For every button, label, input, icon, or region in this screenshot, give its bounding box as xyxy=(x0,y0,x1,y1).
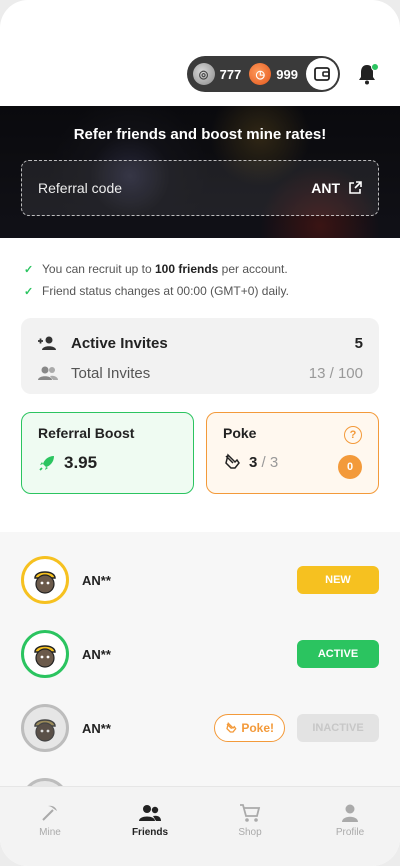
poke-hand-icon xyxy=(225,453,240,469)
active-invites-value: 5 xyxy=(354,334,363,352)
nav-friends-label: Friends xyxy=(131,827,169,838)
info-line-status: ✓ Friend status changes at 00:00 (GMT+0)… xyxy=(24,284,289,298)
invites-card: Active Invites 5 Total Invites 13 / 100 xyxy=(21,318,379,394)
orange-coin-value: 999 xyxy=(276,66,298,82)
referral-code-text: ANT xyxy=(311,180,340,196)
avatar xyxy=(21,556,69,604)
referral-code[interactable]: ANT xyxy=(311,180,362,196)
avatar xyxy=(21,630,69,678)
info-line1-suffix: per account. xyxy=(218,262,288,276)
referral-boost-card: Referral Boost 3.95 xyxy=(21,412,194,494)
currency-pill[interactable]: ◎ 777 ◷ 999 xyxy=(186,56,340,92)
referral-code-box[interactable]: Referral code ANT xyxy=(21,160,379,216)
nav-mine[interactable]: Mine xyxy=(0,787,100,866)
top-bar: ◎ 777 ◷ 999 xyxy=(186,56,380,92)
nav-mine-label: Mine xyxy=(39,827,61,838)
miner-avatar-icon xyxy=(34,645,56,668)
wallet-button[interactable] xyxy=(306,58,338,90)
info-line-recruit: ✓ You can recruit up to 100 friends per … xyxy=(24,262,289,276)
poke-hand-icon xyxy=(226,722,237,733)
referral-label: Referral code xyxy=(38,180,123,196)
app-screen: ◎ 777 ◷ 999 Refer friends and boost mine… xyxy=(0,0,400,866)
poke-count-badge: 0 xyxy=(338,455,362,479)
active-invites-row: Active Invites 5 xyxy=(37,330,363,356)
info-line1-prefix: You can recruit up to xyxy=(42,262,155,276)
referral-boost-value: 3.95 xyxy=(64,453,98,472)
total-invites-row: Total Invites 13 / 100 xyxy=(37,360,363,386)
avatar xyxy=(21,704,69,752)
friend-name: AN** xyxy=(82,646,111,662)
friend-row[interactable]: AN** NEW xyxy=(21,556,379,604)
referral-boost-title: Referral Boost xyxy=(38,425,135,441)
status-badge: ACTIVE xyxy=(297,640,379,668)
total-invites-value: 13 / 100 xyxy=(308,364,363,382)
miner-avatar-icon xyxy=(34,571,56,594)
total-invites-label: Total Invites xyxy=(71,364,151,382)
cart-icon xyxy=(240,804,261,822)
nav-profile[interactable]: Profile xyxy=(300,787,400,866)
poke-button-label: Poke! xyxy=(241,721,274,735)
info-lines: ✓ You can recruit up to 100 friends per … xyxy=(24,262,289,306)
friend-name: AN** xyxy=(82,572,111,588)
poke-max: / 3 xyxy=(261,453,279,471)
bottom-nav: Mine Friends Shop Profile xyxy=(0,786,400,866)
silver-coin-icon: ◎ xyxy=(192,63,215,85)
orange-coin-icon: ◷ xyxy=(249,63,272,85)
rocket-icon xyxy=(39,456,54,471)
poke-title: Poke xyxy=(223,425,257,441)
friend-row[interactable]: AN** ACTIVE xyxy=(21,630,379,678)
poke-current: 3 xyxy=(249,453,258,471)
nav-friends[interactable]: Friends xyxy=(100,787,200,866)
miner-avatar-icon xyxy=(34,719,56,742)
friend-row[interactable]: AN** Poke! INACTIVE xyxy=(21,704,379,752)
check-icon: ✓ xyxy=(24,285,34,298)
notification-dot xyxy=(371,63,379,71)
pickaxe-icon xyxy=(42,805,57,821)
hero-title: Refer friends and boost mine rates! xyxy=(73,126,327,143)
add-users-icon xyxy=(38,336,56,350)
nav-shop[interactable]: Shop xyxy=(200,787,300,866)
status-badge: INACTIVE xyxy=(297,714,379,742)
friends-icon xyxy=(139,805,161,821)
info-line-recruit-text: You can recruit up to 100 friends per ac… xyxy=(42,262,288,276)
share-icon xyxy=(349,181,362,194)
info-line2-text: Friend status changes at 00:00 (GMT+0) d… xyxy=(42,284,289,298)
poke-value: 3 / 3 xyxy=(249,454,278,471)
wallet-icon xyxy=(314,67,330,81)
info-line1-bold: 100 friends xyxy=(154,262,219,276)
notifications-button[interactable] xyxy=(354,61,380,87)
nav-shop-label: Shop xyxy=(238,827,262,838)
users-icon xyxy=(38,366,58,380)
friend-name: AN** xyxy=(82,720,111,736)
active-invites-label: Active Invites xyxy=(71,334,168,352)
status-badge: NEW xyxy=(297,566,379,594)
poke-card: Poke ? 3 / 3 0 xyxy=(206,412,379,494)
profile-icon xyxy=(342,804,358,822)
referral-hero: Refer friends and boost mine rates! Refe… xyxy=(0,106,400,238)
poke-button[interactable]: Poke! xyxy=(214,714,285,742)
help-icon[interactable]: ? xyxy=(344,426,362,444)
silver-coin-value: 777 xyxy=(219,66,242,82)
nav-profile-label: Profile xyxy=(335,827,365,838)
check-icon: ✓ xyxy=(24,263,34,276)
